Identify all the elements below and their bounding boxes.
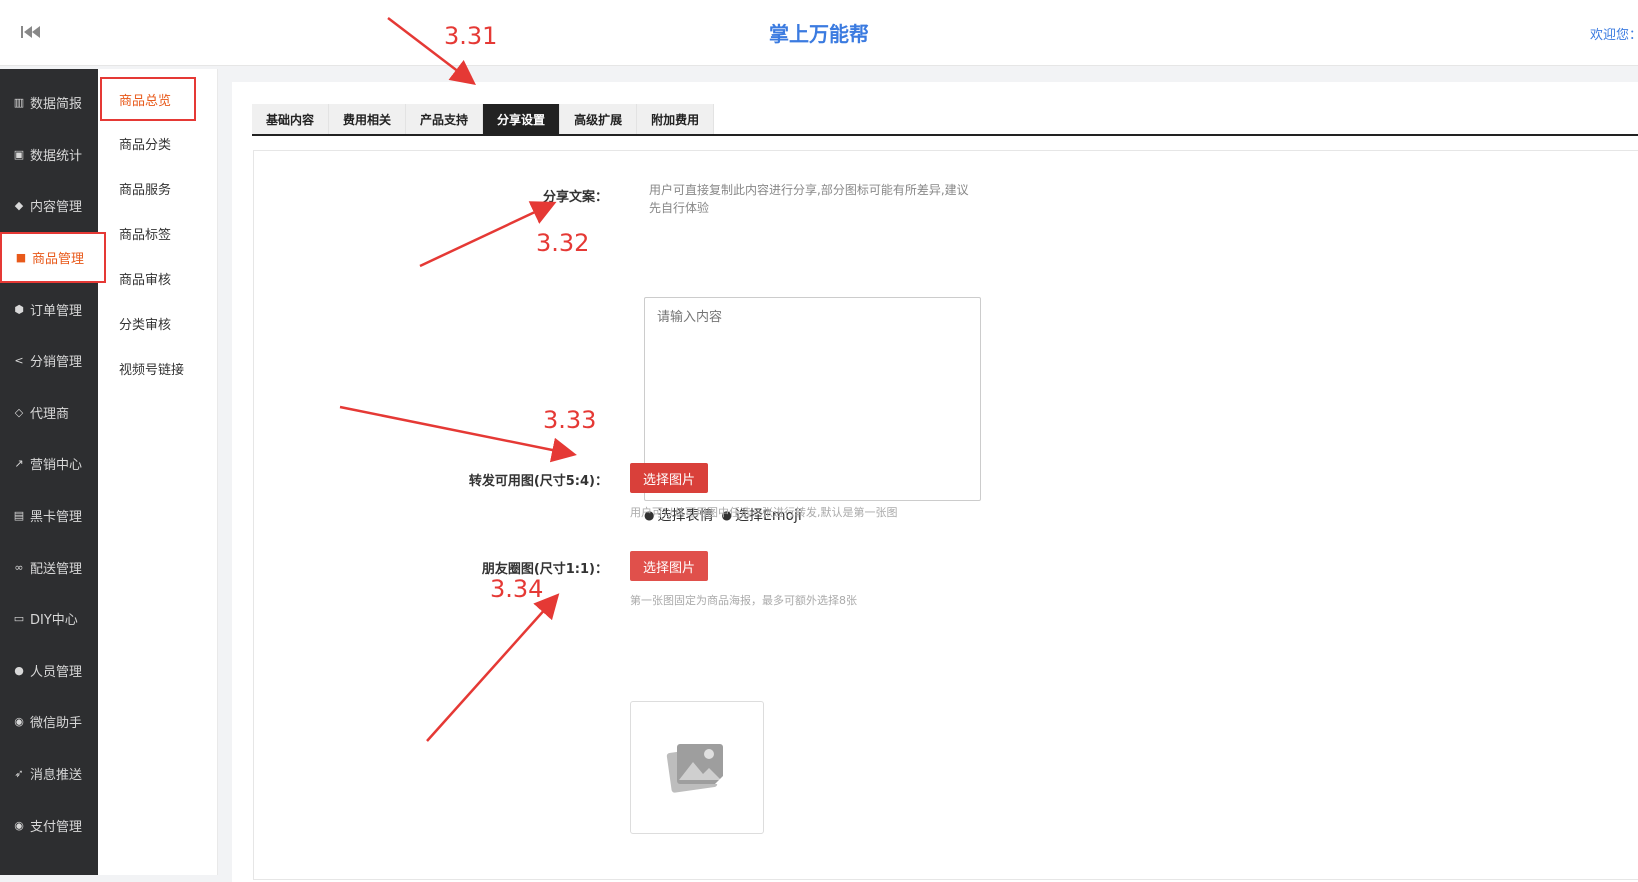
cube-icon: ⬢ bbox=[14, 302, 24, 316]
share-settings-panel: 分享文案： 用户可直接复制此内容进行分享,部分图标可能有所差异,建议先自行体验 … bbox=[253, 150, 1638, 880]
subnav-item-1[interactable]: 商品分类 bbox=[98, 121, 217, 166]
sidebar-item-label: 分销管理 bbox=[30, 355, 83, 371]
subnav-item-0[interactable]: 商品总览 bbox=[100, 77, 196, 121]
moments-image-help: 第一张图固定为商品海报，最多可额外选择8张 bbox=[630, 594, 857, 607]
share-icon: < bbox=[14, 354, 24, 368]
wechat-icon: ◉ bbox=[14, 715, 24, 729]
tab-3[interactable]: 分享设置 bbox=[483, 104, 561, 134]
app-title: 掌上万能帮 bbox=[769, 22, 869, 46]
sidebar-item-label: 数据简报 bbox=[30, 97, 83, 113]
annotation-3-32: 3.32 bbox=[536, 229, 590, 257]
sidebar-item-8[interactable]: ▤ 黑卡管理 bbox=[0, 490, 98, 542]
diamond-icon: ◇ bbox=[14, 405, 24, 419]
welcome-text[interactable]: 欢迎您： bbox=[1590, 24, 1638, 43]
moments-select-image-button[interactable]: 选择图片 bbox=[630, 551, 708, 581]
sidebar-item-label: 消息推送 bbox=[30, 768, 83, 784]
bar-chart-icon: ▥ bbox=[13, 96, 25, 110]
users-icon: ● bbox=[14, 663, 24, 677]
motorcycle-icon: ∞ bbox=[14, 560, 24, 574]
shopping-bag-icon: ■ bbox=[15, 251, 27, 265]
forward-image-help: 用户可以从可用图中任选一张进行转发,默认是第一张图 bbox=[630, 506, 898, 519]
tab-2[interactable]: 产品支持 bbox=[406, 104, 484, 134]
tab-4[interactable]: 高级扩展 bbox=[560, 104, 638, 134]
sidebar-item-9[interactable]: ∞ 配送管理 bbox=[0, 541, 98, 593]
main-content: 基础内容 费用相关 产品支持 分享设置 高级扩展 附加费用 分享文案： 用户可直接复制此内… bbox=[232, 82, 1638, 882]
annotation-3-34: 3.34 bbox=[490, 575, 544, 603]
tab-underline bbox=[252, 134, 1638, 136]
sub-navigation: 商品总览 商品分类 商品服务 商品标签 商品审核 分类审核 视频号链接 bbox=[98, 69, 218, 875]
sidebar-item-5[interactable]: < 分销管理 bbox=[0, 335, 98, 387]
sidebar-item-0[interactable]: ▥ 数据简报 bbox=[0, 77, 98, 129]
subnav-item-6[interactable]: 视频号链接 bbox=[98, 346, 217, 391]
sidebar-item-4[interactable]: ⬢ 订单管理 bbox=[0, 283, 98, 335]
tab-1[interactable]: 费用相关 bbox=[329, 104, 407, 134]
tab-bar: 基础内容 费用相关 产品支持 分享设置 高级扩展 附加费用 bbox=[252, 104, 715, 134]
subnav-item-4[interactable]: 商品审核 bbox=[98, 256, 217, 301]
sidebar-item-6[interactable]: ◇ 代理商 bbox=[0, 387, 98, 439]
sidebar-item-label: 内容管理 bbox=[30, 200, 83, 216]
line-chart-icon: ↗ bbox=[14, 457, 24, 471]
sidebar-item-label: 数据统计 bbox=[30, 148, 83, 164]
wechat-pay-icon: ◉ bbox=[14, 818, 24, 832]
subnav-item-5[interactable]: 分类审核 bbox=[98, 301, 217, 346]
sidebar-item-label: 配送管理 bbox=[30, 561, 83, 577]
sidebar: ▥ 数据简报 ▣ 数据统计 ◆ 内容管理 ■ 商品管理 ⬢ 订单管理 < 分销管理 ◇ 代理商 ↗ 营销中心 ▤… bbox=[0, 69, 106, 875]
id-card-icon: ▤ bbox=[13, 509, 25, 523]
forward-image-label: 转发可用图(尺寸5:4)： bbox=[468, 474, 608, 489]
sidebar-item-14[interactable]: ◉ 支付管理 bbox=[0, 799, 98, 851]
sidebar-item-label: 微信助手 bbox=[30, 716, 83, 732]
forward-select-image-button[interactable]: 选择图片 bbox=[630, 463, 708, 493]
sidebar-item-label: 支付管理 bbox=[30, 819, 83, 835]
annotation-3-31: 3.31 bbox=[444, 22, 498, 50]
monitor-icon: ▭ bbox=[13, 612, 25, 626]
money-icon: ▣ bbox=[13, 147, 25, 161]
tab-5[interactable]: 附加费用 bbox=[637, 104, 715, 134]
send-icon: ➶ bbox=[14, 767, 24, 781]
sidebar-item-label: 营销中心 bbox=[30, 458, 83, 474]
subnav-item-3[interactable]: 商品标签 bbox=[98, 211, 217, 256]
sidebar-item-1[interactable]: ▣ 数据统计 bbox=[0, 129, 98, 181]
sidebar-item-label: DIY中心 bbox=[30, 613, 78, 629]
share-text-help: 用户可直接复制此内容进行分享,部分图标可能有所差异,建议先自行体验 bbox=[649, 183, 969, 215]
sidebar-item-label: 人员管理 bbox=[30, 664, 83, 680]
sidebar-item-label: 订单管理 bbox=[30, 303, 83, 319]
subnav-item-2[interactable]: 商品服务 bbox=[98, 166, 217, 211]
sidebar-item-2[interactable]: ◆ 内容管理 bbox=[0, 180, 98, 232]
tab-0[interactable]: 基础内容 bbox=[252, 104, 330, 134]
sidebar-item-7[interactable]: ↗ 营销中心 bbox=[0, 438, 98, 490]
sidebar-item-12[interactable]: ◉ 微信助手 bbox=[0, 696, 98, 748]
image-placeholder-thumbnail[interactable] bbox=[630, 701, 764, 834]
sidebar-item-11[interactable]: ● 人员管理 bbox=[0, 645, 98, 697]
tag-icon: ◆ bbox=[14, 199, 24, 213]
sidebar-item-label: 代理商 bbox=[30, 406, 70, 422]
sidebar-item-label: 黑卡管理 bbox=[30, 510, 83, 526]
share-text-label: 分享文案： bbox=[542, 190, 608, 205]
annotation-3-33: 3.33 bbox=[543, 406, 597, 434]
sidebar-item-label: 商品管理 bbox=[32, 252, 85, 268]
sidebar-item-3[interactable]: ■ 商品管理 bbox=[0, 231, 106, 284]
image-placeholder-icon bbox=[666, 743, 723, 793]
sidebar-item-10[interactable]: ▭ DIY中心 bbox=[0, 593, 98, 645]
sidebar-item-13[interactable]: ➶ 消息推送 bbox=[0, 748, 98, 800]
top-bar: 掌上万能帮 欢迎您： bbox=[0, 0, 1638, 66]
